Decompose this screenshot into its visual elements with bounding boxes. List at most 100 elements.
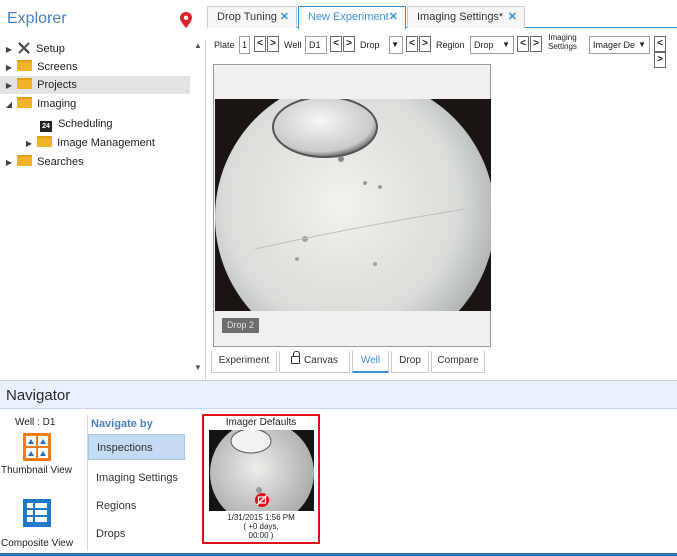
scroll-up-icon[interactable]: ▲ [192, 40, 204, 52]
chevron-down-icon: ▼ [391, 40, 399, 49]
next-region-button[interactable]: > [530, 36, 542, 52]
expand-arrow-icon[interactable]: ▶ [4, 41, 14, 59]
folder-icon [17, 155, 33, 166]
prev-drop-button[interactable]: < [406, 36, 418, 52]
navigate-by-panel: Navigate by Inspections Imaging Settings… [87, 415, 185, 551]
chevron-down-icon: ▼ [502, 40, 510, 49]
thumbnail-title: Imager Defaults [225, 417, 297, 428]
well-image-viewer[interactable]: Drop 2 [213, 64, 491, 347]
folder-icon [17, 60, 33, 71]
expand-arrow-icon[interactable]: ▶ [4, 77, 14, 95]
tree-item-image-management[interactable]: ▶ Image Management [24, 134, 155, 152]
view-tabs: Experiment Canvas Well Drop Compare [211, 351, 501, 373]
tree-item-scheduling[interactable]: 24 Scheduling [40, 115, 113, 133]
tree-item-label: Searches [37, 156, 84, 168]
imaging-settings-dropdown[interactable]: Imager De ▼ [589, 36, 650, 54]
drop-dropdown[interactable]: ▼ [389, 36, 403, 54]
imaging-settings-nav-buttons: <> [654, 36, 677, 68]
drop-nav-buttons: < > [406, 36, 432, 54]
prev-imaging-settings-button[interactable]: < [654, 36, 666, 52]
close-icon[interactable]: ✕ [389, 7, 398, 28]
collapse-arrow-icon[interactable]: ◢ [4, 96, 14, 114]
thumbnail-view-icon[interactable] [23, 433, 51, 461]
well-field[interactable]: D1 [305, 36, 327, 54]
tab-label: Imaging Settings* [417, 11, 504, 23]
navigator-title: Navigator [6, 387, 71, 404]
expand-arrow-icon[interactable]: ▶ [4, 154, 14, 172]
tree-item-label: Imaging [37, 98, 77, 110]
composite-view-icon[interactable] [23, 499, 51, 527]
thumbnail-offset-time: 00:00 ) [248, 531, 274, 540]
imaging-settings-label: Imaging Settings [548, 33, 577, 51]
tab-experiment[interactable]: Experiment [211, 351, 277, 373]
tree-item-label: Projects [37, 79, 77, 91]
navigator-header: Navigator [0, 381, 677, 409]
pin-icon[interactable] [180, 12, 192, 28]
tree-item-imaging[interactable]: ◢ Imaging [4, 95, 76, 113]
document-tabs: Drop Tuning ✕ New Experiment ✕ Imaging S… [207, 6, 677, 29]
tree-item-label: Screens [37, 61, 78, 73]
tab-new-experiment[interactable]: New Experiment ✕ [298, 6, 406, 29]
calendar-icon: 24 [40, 121, 52, 132]
next-well-button[interactable]: > [343, 36, 355, 52]
tab-drop[interactable]: Drop [391, 351, 429, 373]
tab-drop-tuning[interactable]: Drop Tuning ✕ [207, 6, 297, 28]
expand-arrow-icon[interactable]: ▶ [24, 135, 34, 153]
tab-well[interactable]: Well [352, 351, 389, 373]
plate-toolbar: Plate 1 < > Well D1 < > Drop ▼ < > Region D… [207, 30, 677, 68]
tab-canvas[interactable]: Canvas [279, 351, 350, 373]
tree-item-label: Image Management [57, 137, 155, 149]
next-imaging-settings-button[interactable]: > [654, 52, 666, 68]
wrench-screwdriver-icon [18, 42, 30, 54]
navigate-by-title: Navigate by [91, 418, 153, 430]
tree-item-screens[interactable]: ▶ Screens [4, 58, 77, 76]
tab-label: Canvas [304, 355, 338, 366]
thumbnail-view-label[interactable]: Thumbnail View [1, 465, 72, 476]
lock-icon [291, 351, 301, 364]
region-dropdown[interactable]: Drop ▼ [470, 36, 514, 54]
tab-compare[interactable]: Compare [431, 351, 485, 373]
chevron-down-icon: ▼ [638, 40, 646, 49]
imaging-settings-label-line2: Settings [548, 42, 577, 51]
folder-icon [17, 78, 33, 89]
well-image[interactable] [215, 99, 491, 311]
tab-imaging-settings[interactable]: Imaging Settings* ✕ [407, 6, 525, 28]
drop-micrograph-image [215, 99, 491, 311]
close-icon[interactable]: ✕ [508, 7, 517, 28]
scroll-down-icon[interactable]: ▼ [192, 362, 204, 374]
no-annotation-icon [255, 493, 269, 507]
navigate-by-imaging-settings[interactable]: Imaging Settings [88, 465, 185, 491]
folder-icon [37, 136, 53, 147]
next-plate-button[interactable]: > [267, 36, 279, 52]
tree-item-searches[interactable]: ▶ Searches [4, 153, 84, 171]
plate-label: Plate [214, 40, 235, 50]
tab-label: New Experiment [308, 11, 389, 23]
thumbnail-date: 1/31/2015 1:56 PM [227, 513, 295, 522]
thumbnail-image[interactable] [209, 430, 314, 511]
expand-arrow-icon[interactable]: ▶ [4, 59, 14, 77]
folder-icon [17, 97, 33, 108]
region-nav-buttons: < > [517, 36, 543, 54]
tree-item-projects[interactable]: ▶ Projects [0, 76, 190, 94]
tree-item-label: Setup [36, 43, 65, 55]
explorer-scrollbar[interactable]: ▲ ▼ [192, 40, 204, 380]
drop-badge: Drop 2 [222, 318, 259, 333]
imaging-settings-value: Imager De [593, 40, 636, 50]
tree-item-setup[interactable]: ▶ Setup [4, 40, 65, 58]
next-drop-button[interactable]: > [419, 36, 431, 52]
region-value: Drop [474, 40, 494, 50]
prev-plate-button[interactable]: < [254, 36, 266, 52]
plate-field[interactable]: 1 [239, 36, 250, 54]
navigate-by-drops[interactable]: Drops [88, 521, 185, 547]
prev-well-button[interactable]: < [330, 36, 342, 52]
drop-label: Drop [360, 40, 380, 50]
explorer-panel: Explorer ▶ Setup ▶ Screens ▶ Projects ◢ … [0, 0, 206, 380]
close-icon[interactable]: ✕ [280, 7, 289, 28]
navigate-by-regions[interactable]: Regions [88, 493, 185, 519]
well-label: Well [284, 40, 302, 50]
navigate-by-inspections[interactable]: Inspections [88, 434, 185, 460]
explorer-header: Explorer [0, 0, 206, 40]
composite-view-label[interactable]: Composite View [1, 538, 73, 549]
prev-region-button[interactable]: < [517, 36, 529, 52]
inspection-thumbnail-card[interactable]: Imager Defaults 1/31/2015 1:56 PM (+0 d… [202, 414, 320, 544]
